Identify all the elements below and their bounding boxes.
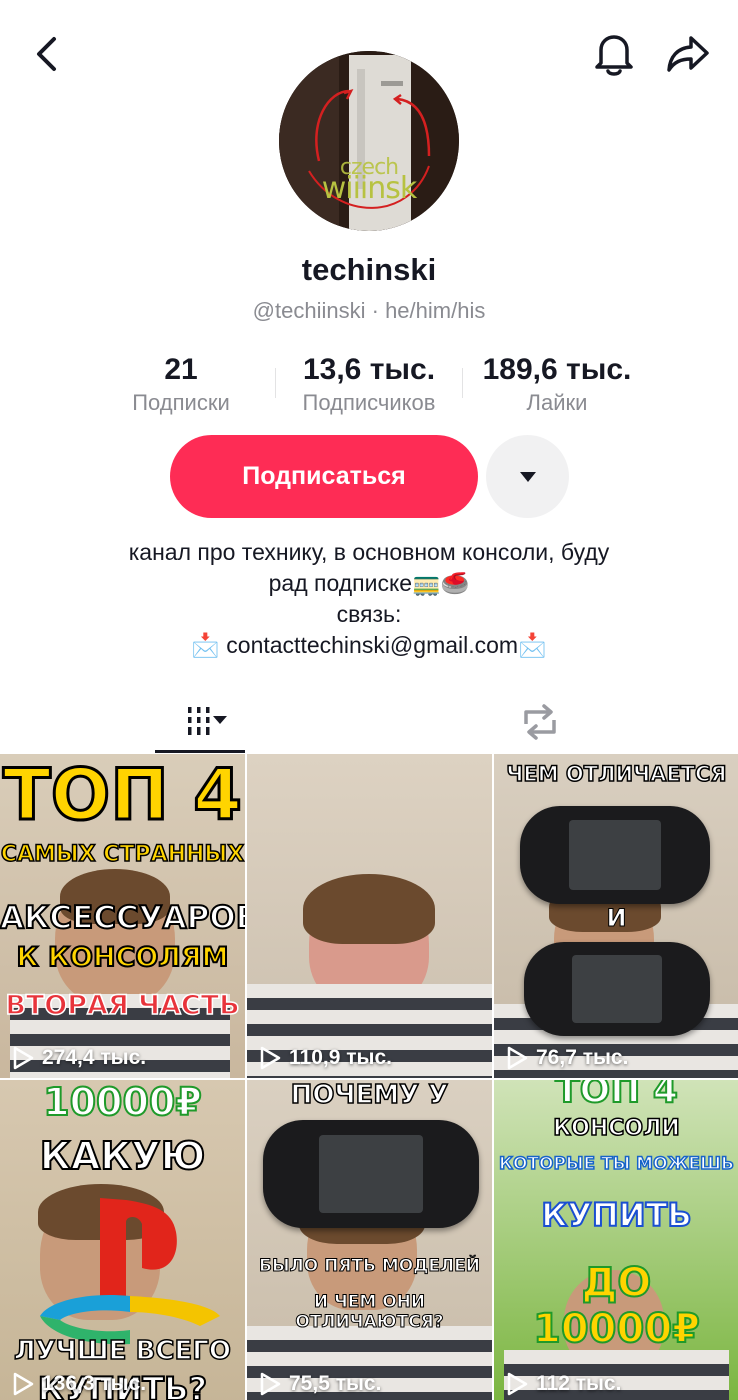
- profile-bio: канал про технику, в основном консоли, б…: [0, 537, 738, 661]
- bio-line: рад подписке🚃🥌: [268, 570, 470, 596]
- tab-reposts[interactable]: [495, 690, 585, 754]
- share-button[interactable]: [658, 24, 718, 84]
- thumbnail-hair: [303, 874, 435, 944]
- video-caption: БЫЛО ПЯТЬ МОДЕЛЕЙ: [259, 1256, 481, 1277]
- video-caption: КОНСОЛИ: [552, 1115, 680, 1142]
- followers-stat[interactable]: 13,6 тыс. Подписчиков: [286, 352, 452, 418]
- stat-divider: [275, 368, 276, 398]
- video-caption: ПОЧЕМУ У: [290, 1080, 449, 1111]
- video-caption: ЧЕМ ОТЛИЧАЕТСЯ: [506, 761, 728, 787]
- video-caption: И: [606, 904, 627, 933]
- play-icon: [260, 1372, 281, 1396]
- view-count-text: 274,4 тыс.: [42, 1046, 147, 1069]
- play-icon: [507, 1372, 528, 1396]
- grid-bars-icon: [188, 707, 227, 735]
- video-caption: КОТОРЫЕ ТЫ МОЖЕШЬ: [498, 1153, 734, 1175]
- content-tabs: [0, 690, 738, 754]
- video-thumbnail[interactable]: 110,9 тыс.: [247, 754, 492, 1078]
- repost-icon: [524, 704, 556, 740]
- video-caption: 10000₽: [42, 1080, 203, 1125]
- following-count: 21: [164, 353, 198, 386]
- view-count: 76,7 тыс.: [506, 1046, 628, 1070]
- following-label: Подписки: [132, 390, 230, 415]
- bio-email[interactable]: 📩 contacttechinski@gmail.com📩: [0, 630, 738, 661]
- video-caption: К КОНСОЛЯМ: [16, 941, 230, 974]
- handle-row: @techiinski · he/him/his: [0, 298, 738, 324]
- pronouns: he/him/his: [385, 298, 486, 323]
- display-name: techinski: [301, 252, 437, 287]
- profile-avatar[interactable]: czech wiiinsk: [279, 51, 459, 231]
- video-grid: ТОП 4 САМЫХ СТРАННЫХ АКСЕССУАРОВ К КОНСО…: [0, 754, 738, 1400]
- video-caption: КУПИТЬ: [540, 1195, 693, 1235]
- view-count-text: 136,3 тыс.: [42, 1372, 147, 1395]
- notification-bell-button[interactable]: [584, 24, 644, 84]
- share-arrow-icon: [667, 36, 709, 72]
- avatar-caption-bottom: wiiinsk: [321, 171, 418, 206]
- video-caption: И ЧЕМ ОНИ ОТЛИЧАЮТСЯ?: [295, 1292, 444, 1333]
- play-icon: [13, 1372, 34, 1396]
- likes-count: 189,6 тыс.: [482, 353, 632, 386]
- chevron-left-icon: [37, 37, 56, 71]
- playstation-logo: [40, 1198, 220, 1345]
- view-count-text: 112 тыс.: [536, 1372, 622, 1395]
- view-count-text: 76,7 тыс.: [536, 1046, 629, 1069]
- bio-line: канал про технику, в основном консоли, б…: [128, 539, 610, 565]
- suggested-accounts-button[interactable]: [486, 435, 569, 518]
- view-count: 110,9 тыс.: [259, 1046, 392, 1070]
- view-count: 112 тыс.: [506, 1372, 621, 1396]
- video-thumbnail[interactable]: ТОП 4 КОНСОЛИ КОТОРЫЕ ТЫ МОЖЕШЬ КУПИТЬ Д…: [494, 1080, 738, 1400]
- play-icon: [13, 1046, 34, 1070]
- username-handle: @techiinski: [252, 298, 366, 323]
- back-button[interactable]: [18, 24, 78, 84]
- video-caption: САМЫХ СТРАННЫХ: [0, 841, 245, 868]
- followers-count: 13,6 тыс.: [302, 353, 436, 386]
- view-count-text: 110,9 тыс.: [289, 1046, 392, 1069]
- video-thumbnail[interactable]: ЧЕМ ОТЛИЧАЕТСЯ И 76,7 тыс.: [494, 754, 738, 1078]
- active-tab-indicator: [155, 750, 245, 753]
- following-stat[interactable]: 21 Подписки: [100, 352, 262, 418]
- psp-console-image: [263, 1120, 479, 1228]
- profile-stats: 21 Подписки 13,6 тыс. Подписчиков 189,6 …: [0, 352, 738, 418]
- stat-divider: [462, 368, 463, 398]
- video-caption: ДО 10000₽: [532, 1259, 701, 1353]
- video-thumbnail[interactable]: ПОЧЕМУ У БЫЛО ПЯТЬ МОДЕЛЕЙ И ЧЕМ ОНИ ОТЛ…: [247, 1080, 492, 1400]
- view-count: 75,5 тыс.: [259, 1372, 381, 1396]
- psp-console-image: [520, 806, 710, 904]
- play-icon: [260, 1046, 281, 1070]
- play-icon: [507, 1046, 528, 1070]
- view-count: 136,3 тыс.: [12, 1372, 146, 1396]
- followers-label: Подписчиков: [302, 390, 436, 415]
- tab-videos[interactable]: [155, 690, 245, 754]
- psp-console-image: [524, 942, 710, 1036]
- video-caption: КАКУЮ: [39, 1133, 206, 1179]
- handle-separator: ·: [371, 298, 379, 323]
- view-count: 274,4 тыс.: [12, 1046, 146, 1070]
- video-caption: ВТОРАЯ ЧАСТЬ: [5, 989, 241, 1022]
- bio-line: связь:: [336, 601, 402, 627]
- bell-icon: [595, 35, 633, 76]
- video-thumbnail[interactable]: 10000₽ КАКУЮ ЛУЧШЕ ВСЕГО КУПИТЬ? 136,3 т…: [0, 1080, 245, 1400]
- follow-button[interactable]: Подписаться: [170, 435, 478, 518]
- video-caption: ЛУЧШЕ ВСЕГО: [13, 1335, 231, 1367]
- video-caption: АКСЕССУАРОВ: [0, 899, 245, 937]
- view-count-text: 75,5 тыс.: [289, 1372, 382, 1395]
- caret-down-icon: [519, 471, 536, 482]
- video-caption: ТОП 4: [2, 754, 244, 836]
- likes-label: Лайки: [526, 390, 588, 415]
- likes-stat[interactable]: 189,6 тыс. Лайки: [466, 352, 648, 418]
- video-thumbnail[interactable]: ТОП 4 САМЫХ СТРАННЫХ АКСЕССУАРОВ К КОНСО…: [0, 754, 245, 1078]
- video-caption: ТОП 4: [554, 1080, 679, 1112]
